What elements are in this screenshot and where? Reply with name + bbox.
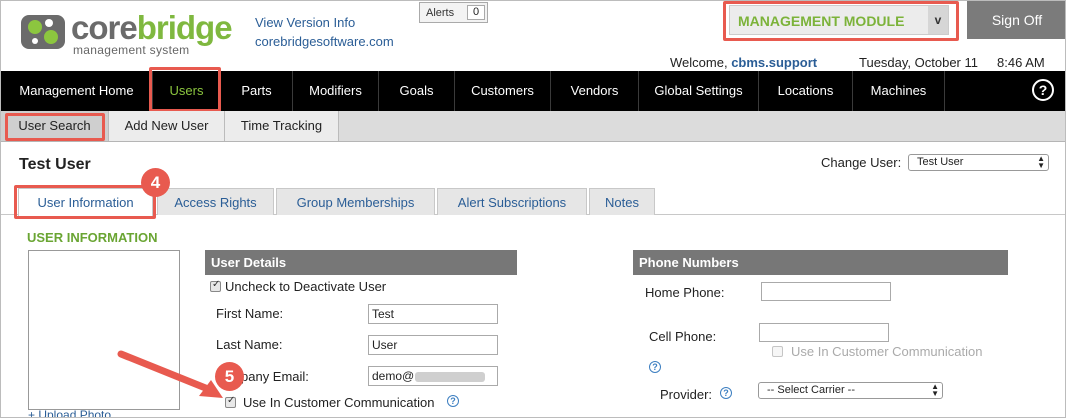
carrier-select[interactable]: -- Select Carrier -- ▲ ▼: [758, 382, 943, 399]
corebridge-logo[interactable]: corebridge management system: [19, 9, 233, 57]
subnav-add-new-user[interactable]: Add New User: [109, 111, 225, 141]
change-user-value: Test User: [917, 156, 964, 168]
email-label: pany Email:: [241, 369, 309, 384]
active-user-checkbox[interactable]: [210, 279, 221, 292]
tab-notes[interactable]: Notes: [589, 188, 655, 215]
home-phone-label: Home Phone:: [645, 285, 725, 300]
last-name-field[interactable]: User: [368, 335, 498, 355]
carrier-select-value: -- Select Carrier --: [767, 384, 856, 396]
logo-tagline: management system: [73, 43, 190, 57]
nav-item-locations[interactable]: Locations: [759, 71, 853, 111]
upload-photo-link[interactable]: + Upload Photo: [28, 408, 111, 417]
subnav-time-tracking[interactable]: Time Tracking: [225, 111, 339, 141]
nav-item-global-settings[interactable]: Global Settings: [639, 71, 759, 111]
select-arrows-icon: ▲ ▼: [1037, 154, 1045, 170]
step-5-badge: 5: [215, 362, 244, 391]
nav-item-parts[interactable]: Parts: [221, 71, 293, 111]
cell-phone-field[interactable]: [759, 323, 889, 342]
logo-mark-icon: [21, 15, 65, 49]
info-icon[interactable]: ?: [447, 395, 459, 407]
alerts-count: 0: [467, 5, 485, 20]
tab-group-memberships[interactable]: Group Memberships: [276, 188, 435, 215]
provider-label: Provider:: [660, 387, 713, 402]
cell-phone-label: Cell Phone:: [649, 329, 717, 344]
phone-numbers-header: Phone Numbers: [633, 250, 1008, 275]
tab-access-rights[interactable]: Access Rights: [157, 188, 274, 215]
redacted-email: [415, 371, 486, 382]
view-version-link[interactable]: View Version Info: [255, 15, 355, 30]
use-in-communication-label: Use In Customer Communication: [243, 395, 435, 410]
user-info-tab-highlight: [14, 185, 156, 219]
user-details-header: User Details: [205, 250, 517, 275]
deactivate-label: Uncheck to Deactivate User: [225, 279, 387, 294]
app-frame: corebridge management system View Versio…: [0, 0, 1066, 418]
home-phone-field[interactable]: [761, 282, 891, 301]
logo-wordmark: corebridge: [71, 9, 233, 46]
corebridge-site-link[interactable]: corebridgesoftware.com: [255, 34, 394, 49]
module-highlight: [723, 1, 959, 41]
username-link[interactable]: cbms.support: [731, 55, 817, 70]
step-4-badge: 4: [141, 168, 170, 197]
sub-nav: User Search Add New User Time Tracking: [1, 111, 1065, 142]
select-arrows-icon: ▲ ▼: [931, 382, 939, 398]
current-time: 8:46 AM: [997, 55, 1045, 70]
current-date: Tuesday, October 11: [859, 55, 978, 70]
change-user-select[interactable]: Test User ▲ ▼: [908, 154, 1049, 171]
first-name-field[interactable]: Test: [368, 304, 498, 324]
alerts-label: Alerts: [426, 7, 455, 19]
first-name-label: First Name:: [216, 306, 284, 321]
user-search-highlight: [5, 113, 105, 141]
nav-item-modifiers[interactable]: Modifiers: [293, 71, 379, 111]
cell-use-in-communication-label: Use In Customer Communication: [791, 344, 983, 359]
nav-item-management-home[interactable]: Management Home: [1, 71, 153, 111]
nav-item-goals[interactable]: Goals: [379, 71, 455, 111]
page-title: Test User: [19, 156, 91, 173]
email-field[interactable]: demo@: [368, 366, 498, 386]
nav-item-machines[interactable]: Machines: [853, 71, 945, 111]
change-user-label: Change User:: [821, 155, 902, 170]
help-icon[interactable]: ?: [1032, 79, 1054, 101]
alerts-widget[interactable]: Alerts 0: [419, 2, 488, 23]
welcome-message: Welcome, cbms.support: [670, 55, 818, 70]
sign-off-button[interactable]: Sign Off: [967, 1, 1065, 39]
section-title: USER INFORMATION: [27, 230, 158, 245]
cell-use-in-communication-checkbox[interactable]: [772, 346, 783, 357]
provider-info-icon[interactable]: ?: [720, 387, 732, 399]
nav-item-vendors[interactable]: Vendors: [551, 71, 639, 111]
cell-info-icon[interactable]: ?: [649, 361, 661, 373]
users-nav-highlight: [149, 67, 221, 112]
tab-alert-subscriptions[interactable]: Alert Subscriptions: [437, 188, 587, 215]
nav-item-customers[interactable]: Customers: [455, 71, 551, 111]
